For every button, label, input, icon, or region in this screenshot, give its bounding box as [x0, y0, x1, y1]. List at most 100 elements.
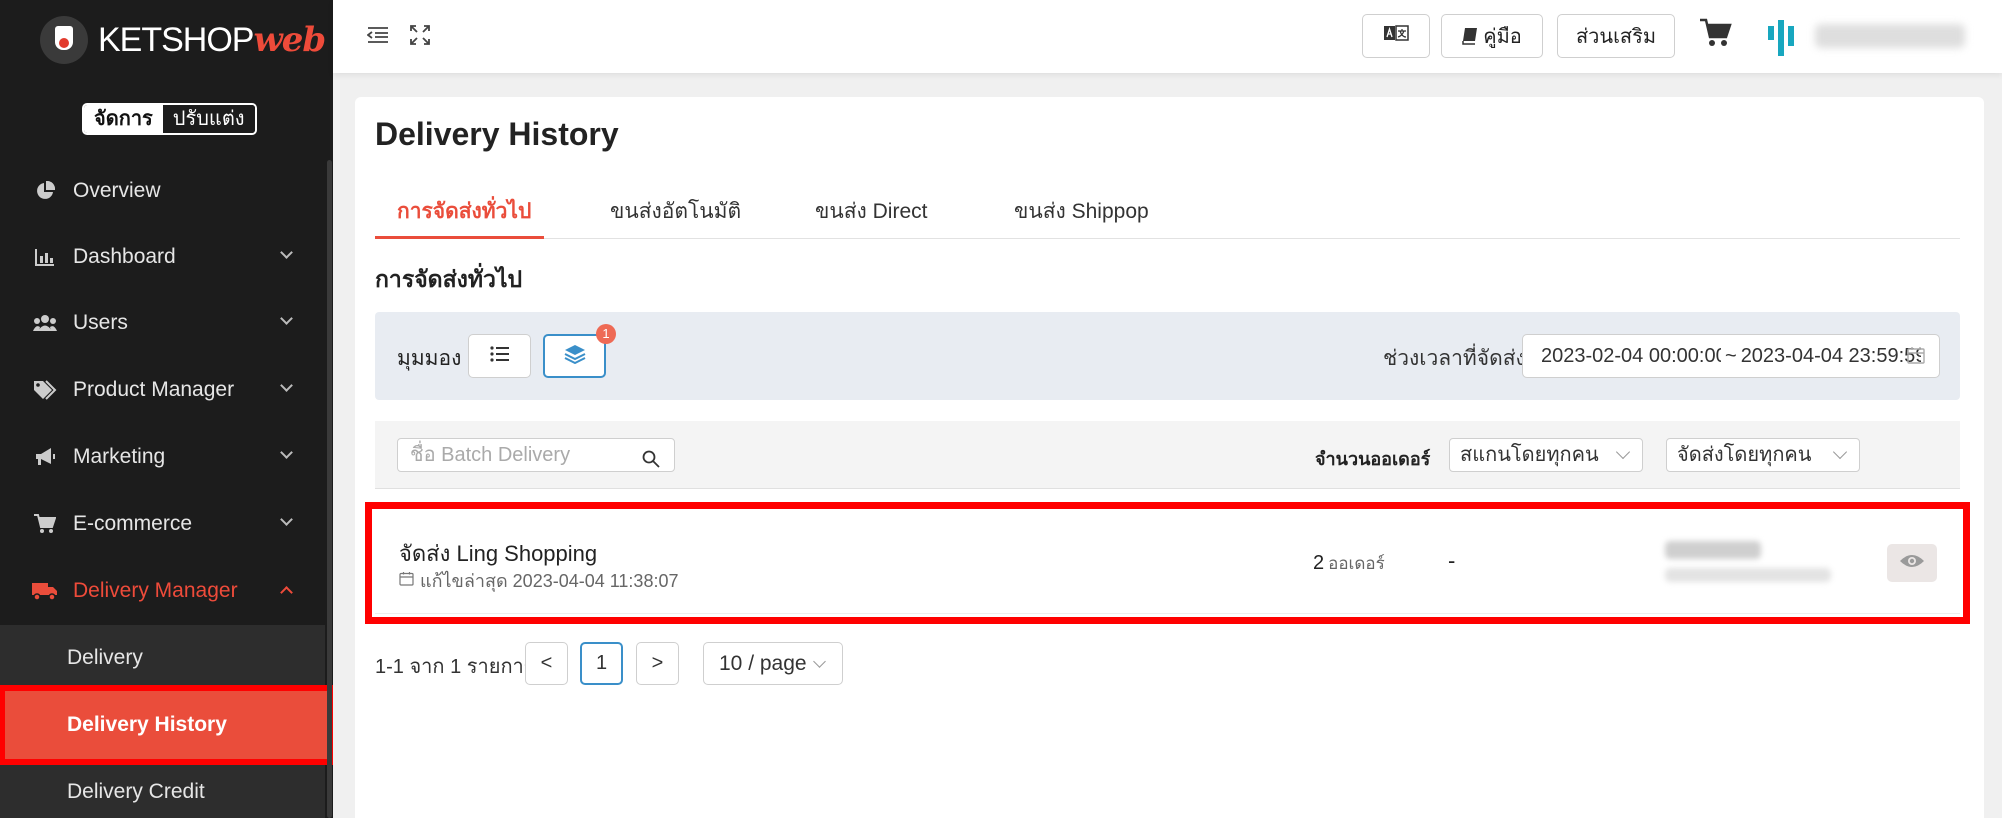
chevron-down-icon [1615, 444, 1631, 460]
cart-icon[interactable] [1700, 18, 1732, 53]
row-highlight-box [365, 502, 1970, 624]
mode-customize-button[interactable]: ปรับแต่ง [162, 105, 255, 133]
sidebar-subitem-delivery[interactable]: Delivery [0, 625, 325, 691]
order-count: 2 ออเดอร์ [1313, 550, 1385, 577]
calendar-icon [1907, 346, 1925, 370]
batch-edited: แก้ไขล่าสุด 2023-04-04 11:38:07 [399, 566, 678, 595]
pie-chart-icon [31, 181, 59, 201]
top-bar: คู่มือ ส่วนเสริม [333, 0, 2002, 73]
truck-icon [31, 581, 59, 601]
scan-by-value: สแกนโดยทุกคน [1460, 444, 1599, 466]
sidebar-scrollbar[interactable] [327, 160, 332, 818]
sidebar: KETSHOPweb จัดการ ปรับแต่ง Overview Dash… [0, 0, 333, 818]
pagination-summary: 1-1 จาก 1 รายการ [375, 656, 535, 678]
chevron-up-icon [280, 586, 293, 599]
fullscreen-icon[interactable] [407, 22, 433, 48]
chevron-down-icon [280, 312, 293, 325]
view-label: มุมมอง [397, 347, 462, 370]
tab-general-delivery[interactable]: การจัดส่งทั่วไป [397, 195, 531, 228]
shipped-by-name [1665, 541, 1761, 559]
sidebar-item-users[interactable]: Users [0, 290, 325, 356]
megaphone-icon [31, 447, 59, 467]
tabs-divider [375, 238, 1960, 239]
book-icon [1462, 27, 1478, 45]
page-size-select[interactable]: 10 / page [703, 642, 843, 685]
page-size-value: 10 / page [719, 652, 807, 675]
logo-cup-icon [40, 16, 88, 64]
users-icon [31, 314, 59, 332]
tab-auto-shipping[interactable]: ขนส่งอัตโนมัติ [610, 195, 741, 228]
sidebar-item-label: Delivery Manager [73, 579, 238, 602]
prev-page-button[interactable]: < [525, 642, 568, 685]
scan-by-cell: - [1448, 548, 1456, 573]
cart-icon [31, 514, 59, 534]
list-icon [489, 345, 510, 367]
shop-logo-icon[interactable] [1768, 20, 1808, 56]
sidebar-item-ecommerce[interactable]: E-commerce [0, 491, 325, 557]
tags-icon [31, 380, 59, 400]
shipped-by-value: จัดส่งโดยทุกคน [1677, 444, 1812, 466]
scan-by-select[interactable]: สแกนโดยทุกคน [1449, 438, 1643, 472]
chevron-down-icon [813, 655, 826, 668]
sidebar-item-label: Overview [73, 179, 161, 202]
mode-toggle: จัดการ ปรับแต่ง [82, 103, 257, 135]
date-separator: ~ [1725, 344, 1737, 367]
shipped-by-time [1665, 568, 1831, 582]
shipped-by-select[interactable]: จัดส่งโดยทุกคน [1666, 438, 1860, 472]
order-count-unit: ออเดอร์ [1328, 554, 1385, 573]
chevron-down-icon [280, 379, 293, 392]
sidebar-subitem-delivery-credit[interactable]: Delivery Credit [0, 759, 325, 818]
brand-logo[interactable]: KETSHOPweb [40, 12, 326, 68]
batch-count-badge: 1 [596, 324, 616, 344]
sidebar-item-label: E-commerce [73, 512, 193, 535]
delivery-submenu: Delivery Delivery History Delivery Credi… [0, 625, 333, 818]
date-end[interactable]: 2023-04-04 23:59:59 [1741, 345, 1921, 368]
layers-icon [564, 344, 586, 369]
order-count-value: 2 [1313, 552, 1325, 574]
sidebar-item-dashboard[interactable]: Dashboard [0, 224, 325, 290]
collapse-menu-icon[interactable] [365, 22, 391, 48]
eye-icon [1899, 553, 1925, 574]
sidebar-item-label: Product Manager [73, 378, 235, 401]
chevron-down-icon [280, 246, 293, 259]
chevron-down-icon [1832, 444, 1848, 460]
bar-chart-icon [31, 248, 59, 266]
sidebar-item-label: Marketing [73, 445, 166, 468]
brand-name: KETSHOPweb [98, 20, 326, 60]
addons-button[interactable]: ส่วนเสริม [1557, 14, 1675, 58]
page-title: Delivery History [375, 116, 619, 152]
section-title: การจัดส่งทั่วไป [375, 266, 523, 292]
language-button[interactable] [1362, 14, 1430, 58]
view-detail-button[interactable] [1887, 544, 1937, 582]
sidebar-item-label: Dashboard [73, 245, 176, 268]
tab-direct-shipping[interactable]: ขนส่ง Direct [815, 195, 927, 228]
chevron-down-icon [280, 446, 293, 459]
edited-text: แก้ไขล่าสุด 2023-04-04 11:38:07 [420, 571, 679, 591]
translate-icon [1383, 24, 1409, 48]
date-range-label: ช่วงเวลาที่จัดส่ง [1383, 347, 1526, 370]
chevron-down-icon [280, 513, 293, 526]
user-menu[interactable] [1815, 24, 1965, 48]
order-count-header: จำนวนออเดอร์ [1315, 449, 1431, 469]
sidebar-subitem-delivery-history[interactable]: Delivery History [0, 685, 333, 765]
sidebar-item-overview[interactable]: Overview [0, 158, 325, 224]
batch-view-button[interactable] [543, 334, 606, 378]
tab-shippop-shipping[interactable]: ขนส่ง Shippop [1014, 195, 1149, 228]
sidebar-item-product-manager[interactable]: Product Manager [0, 357, 325, 423]
addons-label: ส่วนเสริม [1575, 26, 1657, 48]
manual-label: คู่มือ [1483, 26, 1522, 48]
sidebar-item-marketing[interactable]: Marketing [0, 424, 325, 490]
batch-search-input[interactable]: ชื่อ Batch Delivery [397, 438, 675, 472]
calendar-icon [399, 570, 414, 591]
search-icon[interactable] [642, 446, 660, 478]
sidebar-item-label: Users [73, 311, 128, 334]
page-1-button[interactable]: 1 [580, 642, 623, 685]
next-page-button[interactable]: > [636, 642, 679, 685]
list-view-button[interactable] [468, 334, 531, 378]
date-start[interactable]: 2023-02-04 00:00:00 [1541, 345, 1721, 368]
manual-button[interactable]: คู่มือ [1441, 14, 1543, 58]
date-range-picker[interactable]: 2023-02-04 00:00:00 ~ 2023-04-04 23:59:5… [1522, 334, 1940, 378]
sidebar-item-delivery-manager[interactable]: Delivery Manager [0, 558, 325, 624]
mode-manage-button[interactable]: จัดการ [84, 105, 163, 133]
search-placeholder: ชื่อ Batch Delivery [410, 444, 571, 466]
